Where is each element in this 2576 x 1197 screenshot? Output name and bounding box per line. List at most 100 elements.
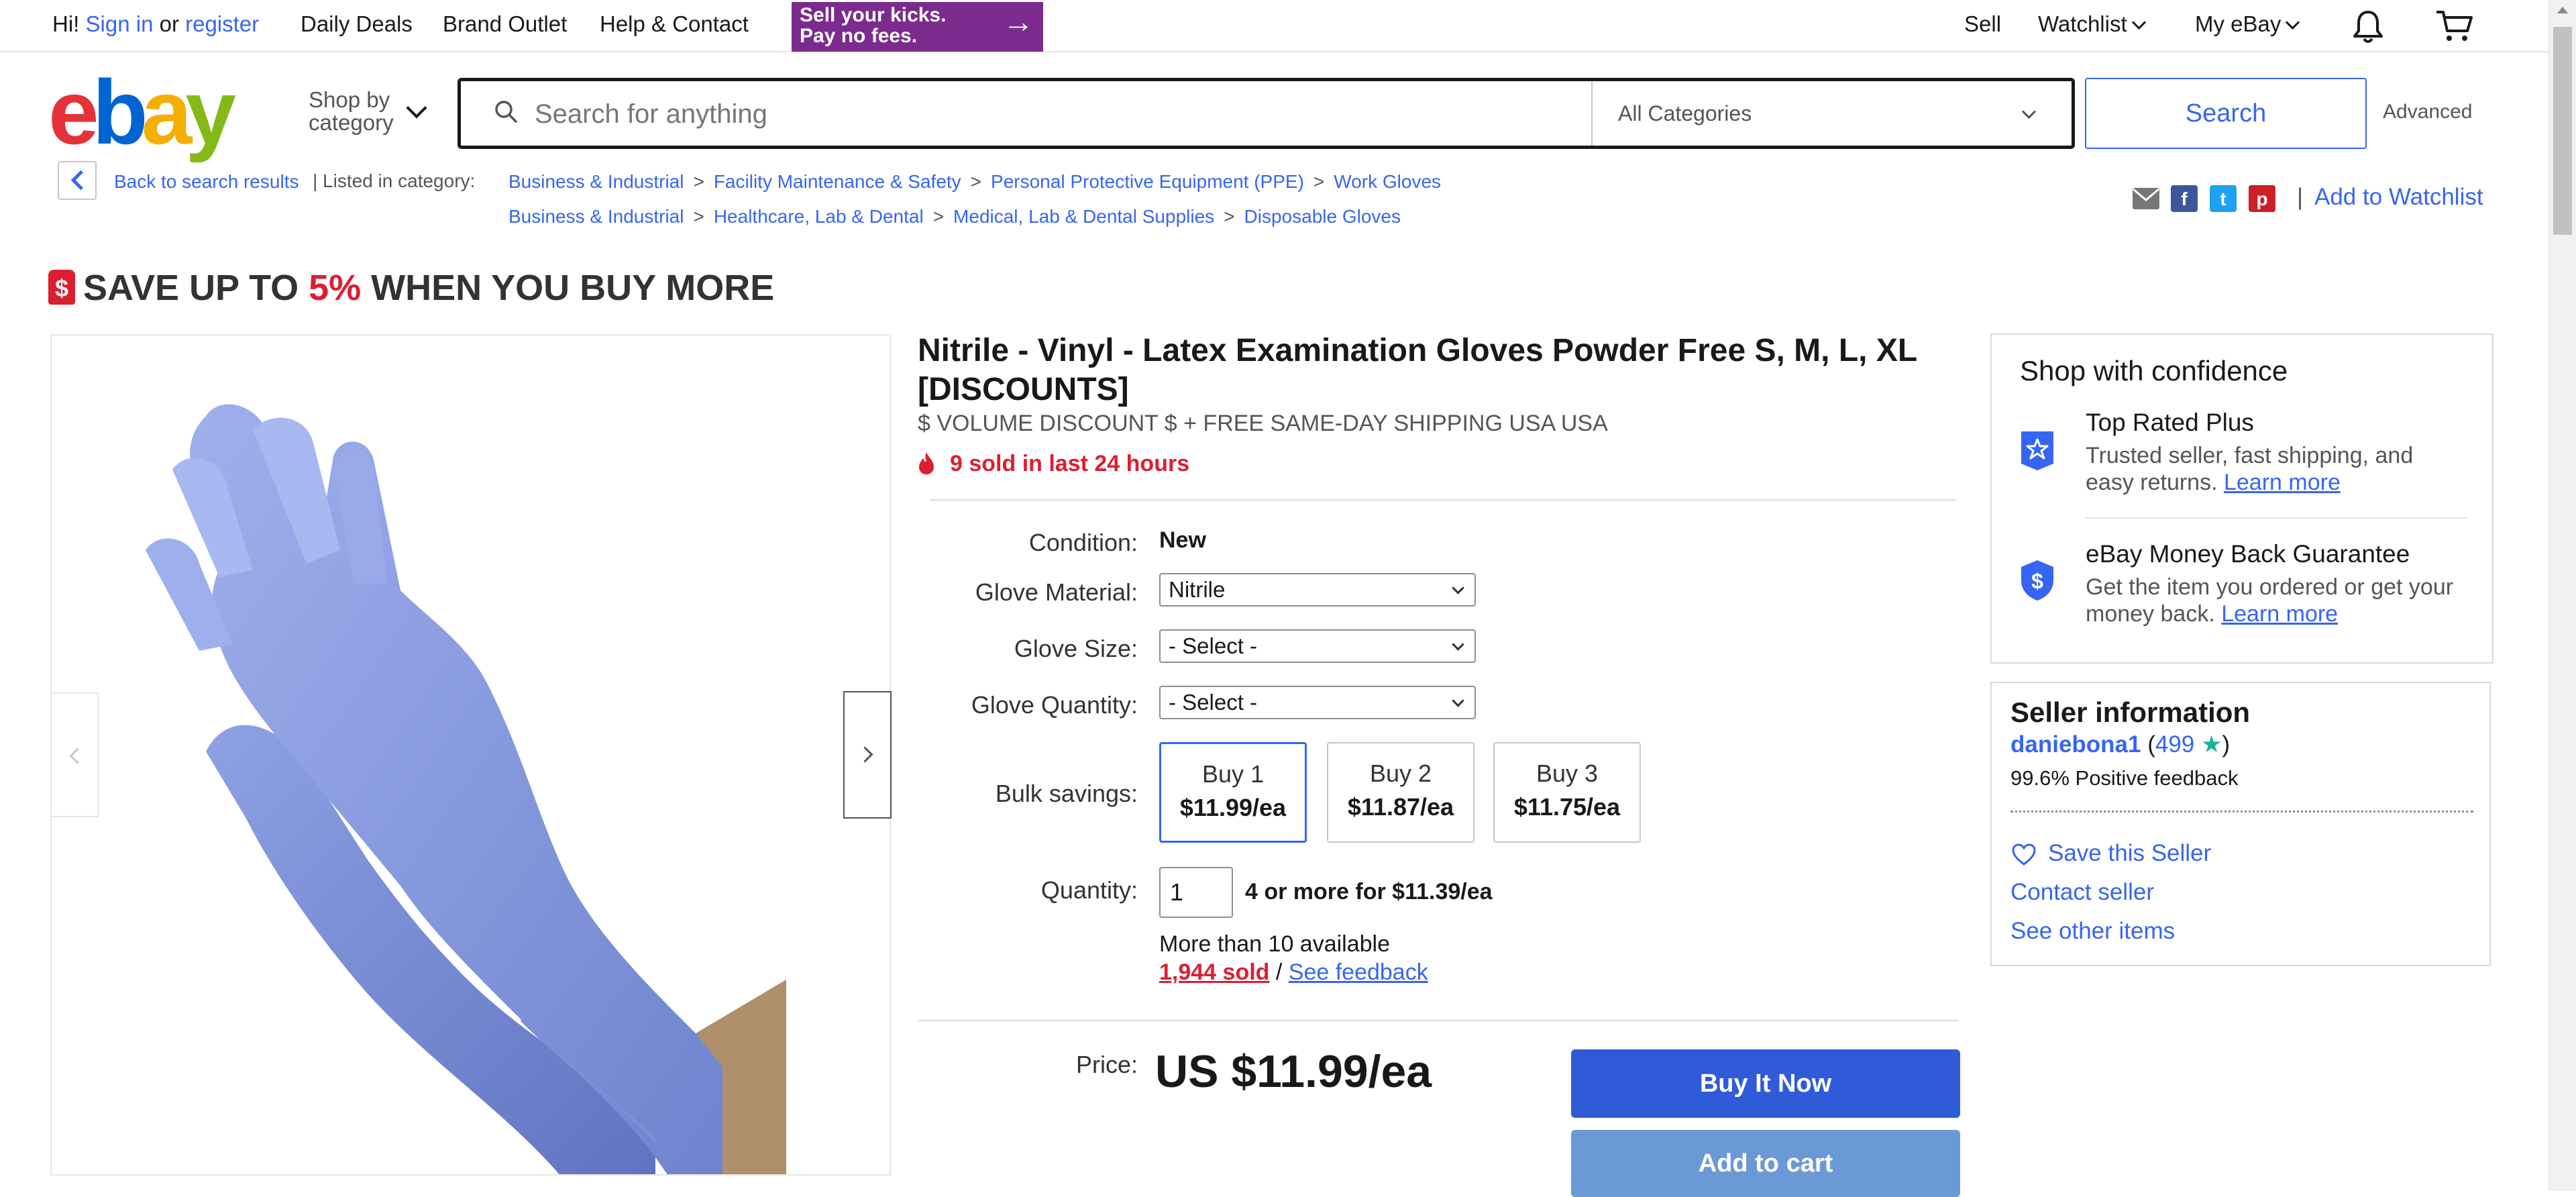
price-value: US $11.99/ea — [1155, 1046, 1432, 1097]
scroll-up-arrow-icon[interactable] — [2557, 7, 2568, 13]
greeting-label: Hi! — [52, 11, 80, 36]
breadcrumb-link[interactable]: Healthcare, Lab & Dental — [714, 206, 924, 227]
brand-outlet-link[interactable]: Brand Outlet — [443, 11, 567, 38]
glove-material-select[interactable]: Nitrile — [1159, 573, 1476, 607]
promo-percent: 5% — [309, 268, 362, 308]
my-ebay-menu[interactable]: My eBay — [2195, 11, 2300, 38]
scroll-thumb[interactable] — [2553, 27, 2572, 235]
top-rated-title: Top Rated Plus — [2086, 409, 2254, 436]
notification-bell-icon[interactable] — [2351, 8, 2385, 46]
search-input[interactable] — [533, 81, 1582, 147]
logo-letter-a: a — [141, 61, 193, 163]
chevron-down-icon[interactable] — [406, 97, 427, 119]
svg-text:$: $ — [2031, 569, 2043, 593]
divider: | — [2297, 184, 2304, 210]
learn-more-link[interactable]: Learn more — [2221, 601, 2338, 627]
breadcrumb-link[interactable]: Medical, Lab & Dental Supplies — [953, 206, 1214, 227]
divider — [930, 499, 1956, 501]
breadcrumb-link[interactable]: Business & Industrial — [508, 206, 684, 227]
breadcrumb-separator: > — [932, 206, 945, 227]
back-to-results-link[interactable]: Back to search results — [114, 170, 299, 193]
sell-promo-banner[interactable]: Sell your kicks. Pay no fees. → — [792, 2, 1043, 52]
top-rated-text: Trusted seller, fast shipping, and easy … — [2086, 442, 2461, 496]
breadcrumb-link[interactable]: Business & Industrial — [508, 171, 684, 192]
watchlist-menu[interactable]: Watchlist — [2038, 11, 2146, 38]
bulk-qty: Buy 2 — [1369, 760, 1432, 787]
search-bar: All Categories — [458, 78, 2075, 149]
nitrile-glove-image — [146, 404, 786, 1174]
glove-size-select[interactable]: - Select - — [1159, 629, 1476, 663]
glove-quantity-select[interactable]: - Select - — [1159, 686, 1476, 719]
shop-by-label-2: category — [309, 110, 394, 135]
register-link[interactable]: register — [185, 11, 259, 36]
divider — [918, 1020, 1959, 1021]
add-to-cart-button[interactable]: Add to cart — [1571, 1130, 1960, 1197]
logo-letter-b: b — [92, 61, 148, 163]
sell-link[interactable]: Sell — [1964, 11, 2001, 38]
breadcrumb-path-2: Business & Industrial > Healthcare, Lab & … — [508, 205, 1401, 228]
bulk-price: $11.75/ea — [1513, 793, 1621, 821]
add-to-watchlist-link[interactable]: Add to Watchlist — [2314, 184, 2483, 211]
pinterest-share-icon[interactable]: p — [2249, 185, 2275, 212]
seller-name-link[interactable]: daniebona1 — [2010, 731, 2141, 758]
sign-in-link[interactable]: Sign in — [86, 11, 154, 36]
seller-information-panel: Seller information daniebona1 (499 ★) 99… — [1990, 682, 2491, 966]
contact-seller-link[interactable]: Contact seller — [2010, 879, 2154, 906]
advanced-search-link[interactable]: Advanced — [2383, 101, 2472, 123]
breadcrumb-link[interactable]: Disposable Gloves — [1244, 206, 1401, 227]
bulk-option-buy-2[interactable]: Buy 2 $11.87/ea — [1327, 742, 1474, 843]
bulk-price: $11.99/ea — [1179, 794, 1287, 821]
bulk-savings-label: Bulk savings: — [995, 780, 1138, 807]
back-arrow-icon[interactable] — [58, 161, 97, 200]
facebook-share-icon[interactable]: f — [2171, 185, 2198, 212]
email-share-icon[interactable] — [2132, 185, 2160, 212]
money-back-title: eBay Money Back Guarantee — [2086, 540, 2410, 568]
cart-icon[interactable] — [2434, 8, 2474, 44]
item-title: Nitrile - Vinyl - Latex Examination Glov… — [918, 333, 1917, 407]
condition-label: Condition: — [1028, 529, 1138, 556]
see-feedback-link[interactable]: See feedback — [1289, 959, 1428, 985]
ebay-logo[interactable]: ebay — [48, 66, 236, 158]
availability-text: More than 10 available — [1159, 931, 1391, 957]
page-scrollbar[interactable] — [2548, 0, 2576, 1191]
gallery-next-button[interactable] — [843, 691, 892, 819]
breadcrumb-link[interactable]: Facility Maintenance & Safety — [714, 171, 961, 192]
learn-more-link[interactable]: Learn more — [2224, 470, 2341, 495]
condition-value: New — [1159, 527, 1206, 553]
quantity-input[interactable] — [1159, 867, 1233, 918]
breadcrumb-separator: > — [693, 171, 704, 192]
chevron-down-icon — [1452, 694, 1464, 707]
glove-material-value: Nitrile — [1169, 577, 1226, 602]
sold-count-link[interactable]: 1,944 sold — [1159, 959, 1269, 985]
category-select[interactable]: All Categories — [1591, 81, 2072, 146]
panel-title: Shop with confidence — [2020, 355, 2288, 386]
heart-icon[interactable] — [2010, 841, 2037, 868]
breadcrumb-link[interactable]: Work Gloves — [1334, 171, 1441, 192]
search-button[interactable]: Search — [2085, 78, 2367, 149]
bulk-option-buy-1[interactable]: Buy 1 $11.99/ea — [1159, 742, 1307, 843]
glove-size-label: Glove Size: — [1014, 635, 1138, 662]
glove-quantity-label: Glove Quantity: — [971, 691, 1138, 719]
global-header-bar: Hi! Sign in or register Daily Deals Bran… — [0, 0, 2549, 52]
gallery-previous-button[interactable] — [50, 692, 99, 817]
see-other-items-link[interactable]: See other items — [2010, 918, 2175, 945]
product-image-gallery[interactable] — [50, 334, 891, 1176]
bulk-option-buy-3[interactable]: Buy 3 $11.75/ea — [1493, 742, 1641, 843]
help-contact-link[interactable]: Help & Contact — [600, 11, 749, 38]
glove-material-label: Glove Material: — [975, 578, 1138, 606]
buy-it-now-button[interactable]: Buy It Now — [1571, 1049, 1960, 1118]
greeting-text: Hi! Sign in or register — [52, 11, 259, 38]
arrow-right-icon: → — [1003, 4, 1034, 39]
feedback-score-link[interactable]: 499 — [2155, 731, 2194, 758]
shop-with-confidence-panel: Shop with confidence Top Rated Plus Trus… — [1990, 333, 2493, 664]
logo-letter-e: e — [48, 61, 99, 163]
save-seller-link[interactable]: Save this Seller — [2048, 840, 2211, 867]
chevron-down-icon — [1452, 638, 1464, 651]
twitter-share-icon[interactable]: t — [2210, 185, 2237, 212]
divider — [2010, 811, 2473, 813]
daily-deals-link[interactable]: Daily Deals — [301, 11, 413, 38]
shop-by-category-button[interactable]: Shop by category — [309, 89, 394, 134]
glove-size-value: - Select - — [1169, 633, 1258, 658]
promo-text: WHEN YOU BUY MORE — [361, 268, 775, 308]
breadcrumb-link[interactable]: Personal Protective Equipment (PPE) — [991, 171, 1304, 192]
